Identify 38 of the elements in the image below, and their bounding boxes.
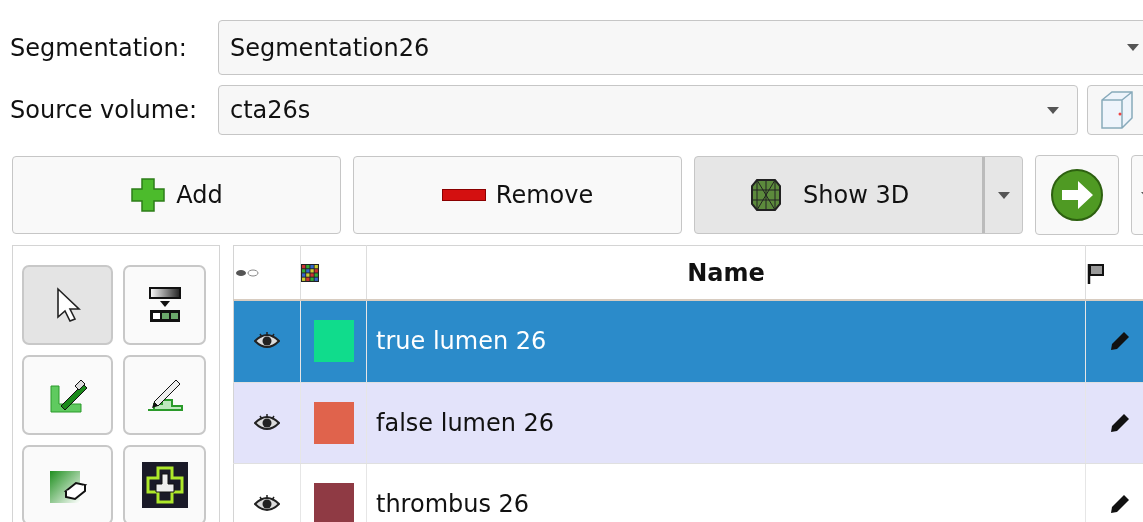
eye-icon[interactable] — [254, 494, 280, 513]
segmentation-dropdown[interactable]: Segmentation26 — [218, 20, 1143, 75]
threshold-tool-button[interactable] — [123, 265, 206, 345]
source-volume-dropdown[interactable]: cta26s — [218, 85, 1078, 135]
show3d-button[interactable]: Show 3D — [694, 156, 1023, 234]
wireframe-cube-icon — [1098, 90, 1134, 130]
color-swatch[interactable] — [313, 401, 354, 444]
segment-name: thrombus 26 — [376, 489, 530, 518]
erase-tool-button[interactable] — [22, 445, 113, 522]
threshold-icon — [147, 286, 182, 324]
flag-icon — [1086, 261, 1106, 284]
grow-tool-button[interactable] — [123, 445, 206, 522]
caret-icon — [997, 191, 1010, 199]
segment-name: true lumen 26 — [376, 327, 547, 356]
plus-icon — [130, 177, 167, 213]
visibility-header-icon — [234, 266, 260, 279]
arrow-circle-icon — [1050, 168, 1104, 222]
remove-button[interactable]: Remove — [353, 156, 682, 234]
pointer-icon — [54, 287, 81, 323]
source-volume-label: Source volume: — [9, 96, 199, 124]
color-swatch[interactable] — [313, 320, 354, 363]
caret-icon — [1127, 44, 1139, 51]
apply-button[interactable] — [1035, 155, 1119, 235]
segmentation-label: Segmentation: — [9, 33, 188, 62]
color-swatch[interactable] — [313, 482, 354, 522]
column-header[interactable]: Name — [687, 258, 765, 287]
draw-tool-button[interactable] — [123, 355, 206, 435]
eye-icon[interactable] — [254, 332, 280, 351]
add-button[interactable]: Add — [12, 156, 341, 234]
select-tool-button[interactable] — [22, 265, 113, 345]
minus-icon — [441, 189, 486, 201]
caret-icon — [1047, 106, 1059, 114]
cube-icon — [751, 178, 781, 212]
grow-region-icon — [141, 462, 188, 508]
segment-name: false lumen 26 — [376, 408, 555, 437]
eye-icon[interactable] — [254, 413, 280, 432]
paint-tool-button[interactable] — [22, 355, 113, 435]
color-grid-icon — [301, 263, 319, 282]
